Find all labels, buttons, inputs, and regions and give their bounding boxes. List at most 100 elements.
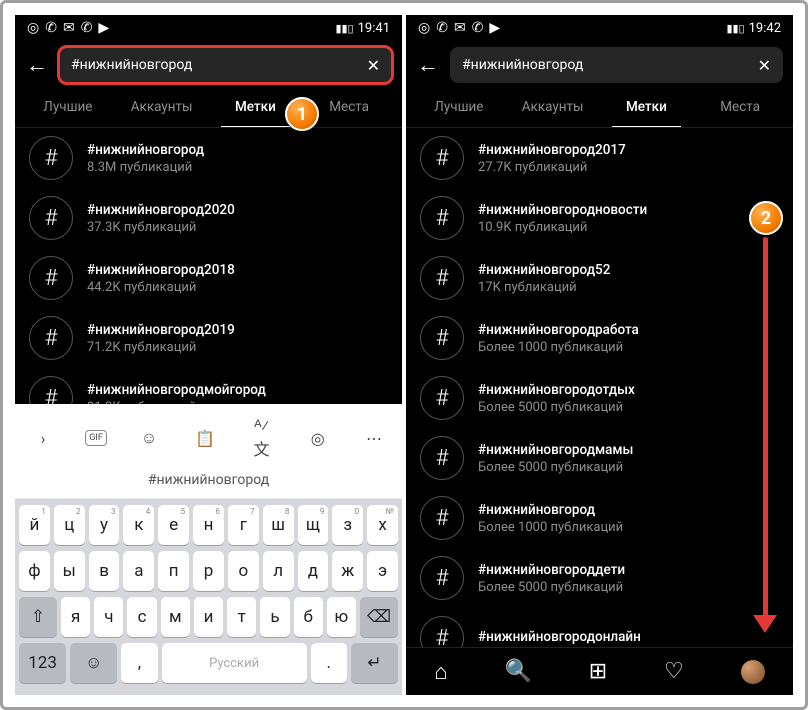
key-enter[interactable]: ↵	[351, 643, 398, 683]
key-⇧[interactable]: ⇧	[19, 597, 57, 637]
key-dot[interactable]: .	[311, 643, 347, 683]
result-row[interactable]: ##нижнийновгородработаБолее 1000 публика…	[406, 308, 793, 368]
bottom-nav: ⌂ 🔍 ⊞ ♡	[406, 647, 793, 695]
key-б[interactable]: б	[294, 597, 323, 637]
key-ч[interactable]: ч	[94, 597, 123, 637]
result-tag: #нижнийновгородонлайн	[478, 629, 641, 645]
key-ь[interactable]: ь	[260, 597, 289, 637]
keyboard: ›GIF☺📋ᴬ⁄文◎⋯ #нижнийновгород й1ц2у3к4е5н6…	[15, 404, 402, 695]
key-к[interactable]: к4	[123, 505, 154, 545]
result-row[interactable]: # #нижнийновгород Более 1000 публикаций	[406, 488, 793, 548]
search-row: ← #нижнийновгород ✕	[15, 41, 402, 89]
tab-аккаунты[interactable]: Аккаунты	[506, 89, 600, 127]
tabs: ЛучшиеАккаунтыМеткиМеста	[15, 89, 402, 128]
result-row[interactable]: ##нижнийновгородотдыхБолее 5000 публикац…	[406, 368, 793, 428]
key-л[interactable]: л	[263, 551, 294, 591]
hashtag-icon: #	[420, 616, 464, 647]
add-icon[interactable]: ⊞	[589, 659, 607, 684]
key-э[interactable]: э	[367, 551, 398, 591]
key-н[interactable]: н6	[193, 505, 224, 545]
key-г[interactable]: г7	[228, 505, 259, 545]
result-row[interactable]: ##нижнийновгород202037.3K публикаций	[15, 188, 402, 248]
clear-button[interactable]: ✕	[367, 56, 380, 75]
search-input[interactable]: #нижнийновгород ✕	[59, 47, 392, 83]
sticker-icon[interactable]: ☺	[135, 428, 163, 448]
key-м[interactable]: м	[161, 597, 190, 637]
key-с[interactable]: с	[127, 597, 156, 637]
result-row[interactable]: ##нижнийновгород8.3M публикаций	[15, 128, 402, 188]
result-tag: #нижнийновгороддети	[478, 562, 625, 578]
key-у[interactable]: у3	[89, 505, 120, 545]
result-tag: #нижнийновгородотдых	[478, 382, 635, 398]
back-button[interactable]: ←	[25, 52, 49, 78]
key-д[interactable]: д	[298, 551, 329, 591]
hashtag-icon: #	[420, 496, 464, 540]
target-icon[interactable]: ◎	[304, 429, 332, 448]
result-subtitle: 37.3K публикаций	[87, 220, 235, 235]
result-row[interactable]: ##нижнийновгородмойгород21.3K публикаций	[15, 368, 402, 404]
more-icon[interactable]: ⋯	[360, 429, 388, 448]
time-label: 19:42	[749, 21, 781, 36]
key-123[interactable]: 123	[19, 643, 66, 683]
result-row[interactable]: ##нижнийновгород201971.2K публикаций	[15, 308, 402, 368]
tab-лучшие[interactable]: Лучшие	[21, 89, 115, 127]
key-р[interactable]: р	[193, 551, 224, 591]
results-list[interactable]: ##нижнийновгород201727.7K публикаций##ни…	[406, 128, 793, 647]
tab-метки[interactable]: Метки	[600, 89, 694, 127]
key-й[interactable]: й1	[19, 505, 50, 545]
key-а[interactable]: а	[123, 551, 154, 591]
search-input[interactable]: #нижнийновгород ✕	[450, 47, 783, 83]
translate-icon[interactable]: ᴬ⁄文	[248, 416, 276, 460]
key-п[interactable]: п	[158, 551, 189, 591]
result-row[interactable]: ##нижнийновгородмамыБолее 5000 публикаци…	[406, 428, 793, 488]
clipboard-icon[interactable]: 📋	[191, 429, 219, 448]
annotation-badge-1: 1	[285, 97, 319, 131]
result-row[interactable]: # #нижнийновгородонлайн	[406, 608, 793, 647]
result-row[interactable]: ##нижнийновгород201844.2K публикаций	[15, 248, 402, 308]
key-т[interactable]: т	[227, 597, 256, 637]
tab-места[interactable]: Места	[693, 89, 787, 127]
key-comma[interactable]: ,	[121, 643, 157, 683]
chevron-icon[interactable]: ›	[29, 429, 57, 448]
result-subtitle: Более 1000 публикаций	[478, 520, 623, 535]
results-list[interactable]: ##нижнийновгород8.3M публикаций##нижнийн…	[15, 128, 402, 404]
tab-лучшие[interactable]: Лучшие	[412, 89, 506, 127]
key-щ[interactable]: щ9	[298, 505, 329, 545]
hashtag-icon: #	[420, 556, 464, 600]
result-tag: #нижнийновгород	[478, 502, 623, 518]
result-row[interactable]: ##нижнийновгородновости10.9K публикаций	[406, 188, 793, 248]
viber2-icon: ✆	[472, 21, 484, 35]
key-space[interactable]: Русский	[162, 643, 307, 683]
key-ц[interactable]: ц2	[54, 505, 85, 545]
result-row[interactable]: ##нижнийновгород5217K публикаций	[406, 248, 793, 308]
avatar-icon[interactable]	[741, 660, 765, 684]
key-и[interactable]: и	[194, 597, 223, 637]
phone-left: ◎ ✆ ✉ ✆ ▶ ▮▮▯ 19:41 ← #нижнийновгород ✕	[15, 15, 402, 695]
key-ы[interactable]: ы	[54, 551, 85, 591]
hashtag-icon: #	[420, 256, 464, 300]
tab-аккаунты[interactable]: Аккаунты	[115, 89, 209, 127]
key-в[interactable]: в	[89, 551, 120, 591]
result-row[interactable]: ##нижнийновгороддетиБолее 5000 публикаци…	[406, 548, 793, 608]
home-icon[interactable]: ⌂	[434, 659, 447, 685]
hashtag-icon: #	[29, 196, 73, 240]
search-row: ← #нижнийновгород ✕	[406, 41, 793, 89]
key-ю[interactable]: ю	[327, 597, 356, 637]
heart-icon[interactable]: ♡	[664, 659, 684, 684]
key-ж[interactable]: ж	[332, 551, 363, 591]
key-⌫[interactable]: ⌫	[360, 597, 398, 637]
result-row[interactable]: ##нижнийновгород201727.7K публикаций	[406, 128, 793, 188]
search-icon[interactable]: 🔍	[505, 659, 532, 684]
key-з[interactable]: з0	[332, 505, 363, 545]
hashtag-icon: #	[420, 136, 464, 180]
back-button[interactable]: ←	[416, 52, 440, 78]
key-х[interactable]: х№	[367, 505, 398, 545]
key-я[interactable]: я	[61, 597, 90, 637]
key-ш[interactable]: ш8	[263, 505, 294, 545]
key-ф[interactable]: ф	[19, 551, 50, 591]
clear-button[interactable]: ✕	[758, 56, 771, 75]
key-е[interactable]: е5	[158, 505, 189, 545]
key-о[interactable]: о	[228, 551, 259, 591]
key-emoji[interactable]: ☺	[70, 643, 117, 683]
gif-icon[interactable]: GIF	[85, 430, 107, 446]
